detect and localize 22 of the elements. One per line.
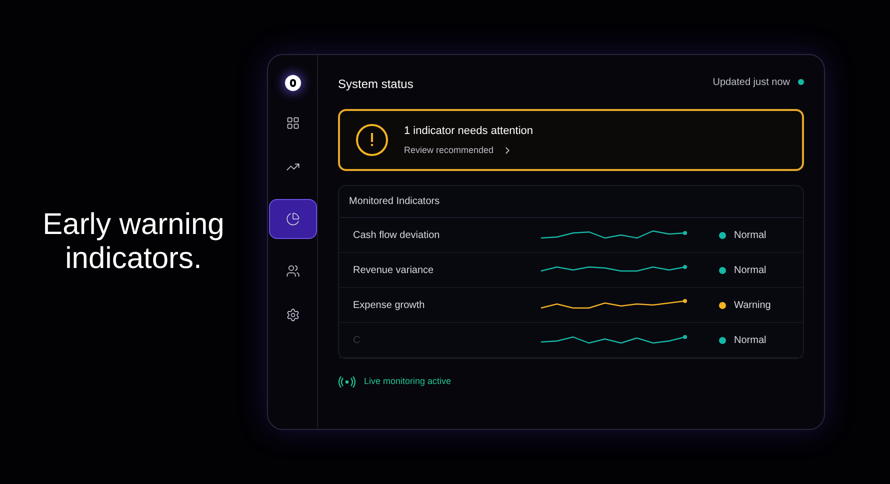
broadcast-icon — [338, 376, 356, 388]
indicator-name: Cash flow deviation — [353, 228, 441, 242]
users-icon — [286, 264, 300, 278]
alert-title: 1 indicator needs attention — [404, 124, 534, 139]
warning-icon — [356, 124, 388, 156]
live-status: Live monitoring active — [364, 375, 452, 388]
section-title: System status — [338, 76, 414, 93]
indicator-name: C — [353, 334, 362, 348]
status-label: Warning — [734, 298, 771, 312]
status-label: Normal — [734, 264, 766, 278]
indicator-name: Expense growth — [353, 298, 426, 312]
grid-icon — [286, 116, 300, 130]
indicator-name: Revenue variance — [353, 264, 435, 278]
status-label: Normal — [734, 228, 766, 242]
settings-icon — [286, 308, 300, 322]
review-link[interactable]: Review recommended — [404, 144, 534, 157]
logo-icon — [284, 75, 300, 91]
card-title: Monitored Indicators — [339, 186, 803, 218]
headline: Early warning indicators. — [42, 208, 226, 276]
status-label: Normal — [734, 334, 766, 348]
pie-chart-icon — [286, 212, 300, 226]
updated-label: Updated just now — [712, 76, 790, 90]
